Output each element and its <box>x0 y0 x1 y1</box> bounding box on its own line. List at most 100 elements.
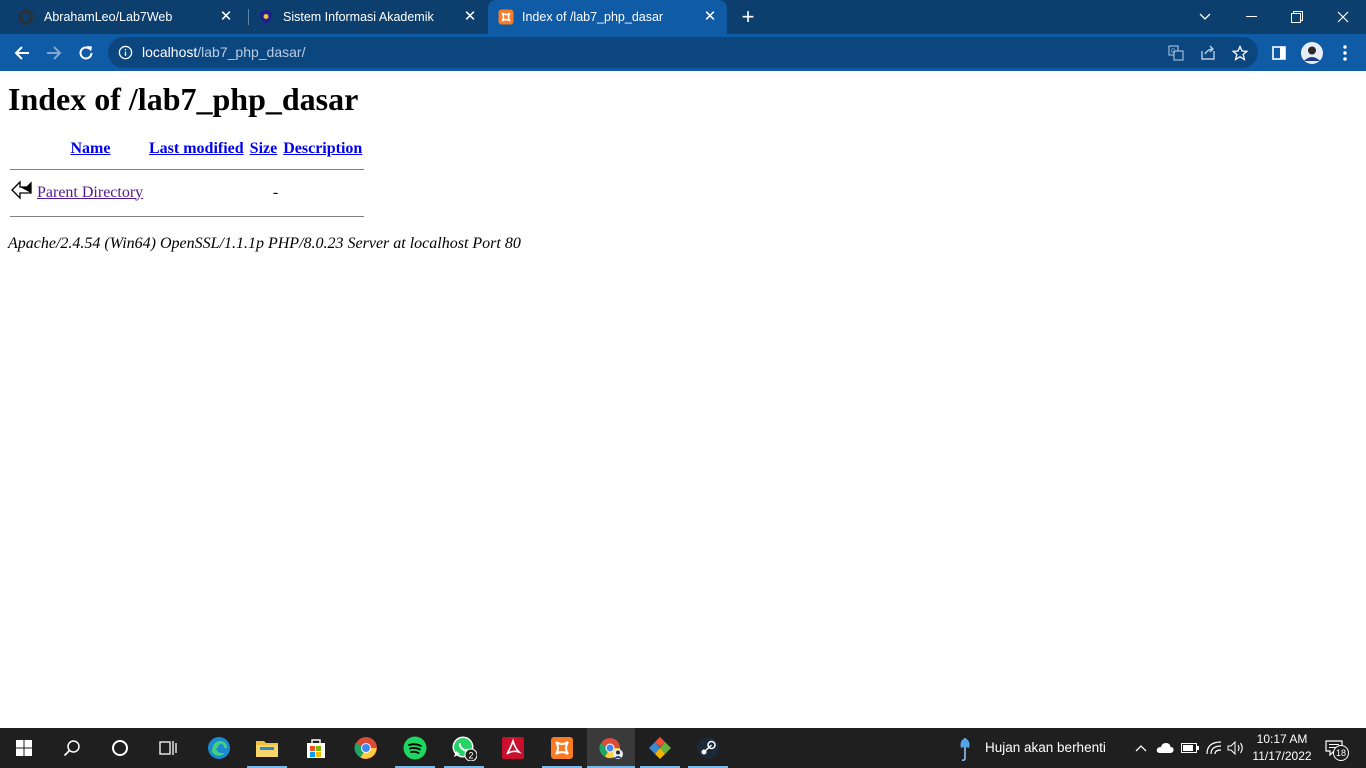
column-header-description: Description <box>281 139 364 159</box>
tab-index-lab7[interactable]: Index of /lab7_php_dasar ✕ <box>488 0 727 34</box>
chevron-down-icon <box>1199 13 1211 20</box>
clock-date: 11/17/2022 <box>1252 749 1312 763</box>
chrome-profile-icon <box>599 738 623 759</box>
tab-search-button[interactable] <box>1182 0 1228 34</box>
profile-avatar <box>1301 42 1323 64</box>
taskbar-chrome-profile[interactable] <box>587 728 635 768</box>
wifi-icon <box>1206 741 1222 755</box>
battery-button[interactable] <box>1180 738 1200 758</box>
task-view-button[interactable] <box>144 728 192 768</box>
edge-icon <box>208 737 230 759</box>
taskbar-store[interactable] <box>292 728 340 768</box>
taskbar-acrobat[interactable] <box>489 728 537 768</box>
new-tab-button[interactable]: + <box>738 6 758 28</box>
network-button[interactable] <box>1204 738 1224 758</box>
url-text[interactable]: localhost/lab7_php_dasar/ <box>142 44 305 60</box>
svg-text:G: G <box>1171 49 1176 55</box>
side-panel-button[interactable] <box>1265 39 1293 67</box>
back-button[interactable] <box>8 39 36 67</box>
store-icon <box>307 739 325 758</box>
row-size-cell: - <box>272 183 279 201</box>
taskbar-file-explorer[interactable] <box>243 728 291 768</box>
weather-widget-icon[interactable] <box>955 736 975 762</box>
separator-row <box>10 161 365 177</box>
row-icon-cell <box>10 179 34 206</box>
page-title: Index of /lab7_php_dasar <box>8 81 359 117</box>
notification-badge: 18 <box>1333 745 1349 761</box>
divider <box>10 168 365 170</box>
table-row: Parent Directory - <box>10 179 364 206</box>
menu-button[interactable] <box>1331 39 1359 67</box>
search-icon <box>63 740 80 757</box>
show-hidden-icons-button[interactable] <box>1131 738 1151 758</box>
row-name-cell: Parent Directory <box>36 179 145 206</box>
start-icon <box>16 740 32 756</box>
translate-icon[interactable]: G <box>1166 43 1186 63</box>
taskbar-whatsapp[interactable]: 2 <box>440 728 488 768</box>
taskbar-edge[interactable] <box>195 728 243 768</box>
bookmark-star-icon[interactable] <box>1230 43 1250 63</box>
sort-by-size-link[interactable]: Size <box>250 140 278 157</box>
taskbar-steam[interactable] <box>684 728 732 768</box>
steam-icon <box>697 737 719 759</box>
page-content: Index of /lab7_php_dasar Name Last modif… <box>0 71 1366 728</box>
profile-button[interactable] <box>1298 39 1326 67</box>
taskbar-spotify[interactable] <box>391 728 439 768</box>
taskbar-git[interactable] <box>636 728 684 768</box>
speaker-icon <box>1227 741 1243 755</box>
volume-button[interactable] <box>1226 738 1246 758</box>
forward-button[interactable] <box>40 39 68 67</box>
minimize-button[interactable] <box>1228 0 1274 34</box>
onedrive-button[interactable] <box>1155 738 1175 758</box>
whatsapp-badge: 2 <box>468 751 473 761</box>
spotify-icon <box>403 736 427 760</box>
url-host: localhost <box>142 44 198 60</box>
side-panel-icon <box>1272 46 1286 60</box>
site-info-icon[interactable] <box>118 45 133 60</box>
sort-by-description-link[interactable]: Description <box>283 140 362 157</box>
close-window-button[interactable] <box>1320 0 1366 34</box>
browser-toolbar: localhost/lab7_php_dasar/ G <box>0 34 1366 71</box>
divider <box>10 215 365 217</box>
back-icon <box>14 46 29 60</box>
minimize-icon <box>1245 16 1257 17</box>
share-icon[interactable] <box>1198 43 1218 63</box>
parent-directory-link[interactable]: Parent Directory <box>37 184 143 201</box>
windows-taskbar: 2 Hujan akan berhenti 10:17 AM 11/17/202… <box>0 728 1366 768</box>
row-last-modified-cell <box>147 179 246 206</box>
clock[interactable]: 10:17 AM 11/17/2022 <box>1244 731 1320 765</box>
reload-icon <box>79 46 93 60</box>
tab-github[interactable]: AbrahamLeo/Lab7Web ✕ <box>0 0 239 34</box>
xampp-icon <box>551 737 573 759</box>
xampp-icon <box>498 9 514 25</box>
start-button[interactable] <box>0 728 48 768</box>
sort-by-name-link[interactable]: Name <box>71 140 111 157</box>
column-header-last-modified: Last modified <box>147 139 246 159</box>
close-icon <box>1337 11 1349 23</box>
tab-title: AbrahamLeo/Lab7Web <box>44 10 173 24</box>
tab-siakad[interactable]: Sistem Informasi Akademik ✕ <box>248 0 487 34</box>
taskbar-xampp[interactable] <box>538 728 586 768</box>
row-description-cell <box>281 179 364 206</box>
file-explorer-icon <box>256 741 278 757</box>
table-header-row: Name Last modified Size Description <box>10 139 364 159</box>
forward-icon <box>47 46 62 60</box>
menu-icon <box>1343 45 1347 61</box>
address-bar[interactable]: localhost/lab7_php_dasar/ G <box>108 37 1258 68</box>
reload-button[interactable] <box>72 39 100 67</box>
sort-by-last-modified-link[interactable]: Last modified <box>149 140 244 157</box>
separator-row <box>10 208 365 224</box>
weather-text[interactable]: Hujan akan berhenti <box>985 740 1106 755</box>
close-icon[interactable]: ✕ <box>702 8 718 24</box>
restore-icon <box>1291 11 1303 23</box>
tab-title: Index of /lab7_php_dasar <box>522 10 664 24</box>
taskbar-search-button[interactable] <box>48 728 96 768</box>
clock-time: 10:17 AM <box>1256 732 1308 746</box>
taskbar-chrome[interactable] <box>342 728 390 768</box>
column-header-size: Size <box>248 139 280 159</box>
cortana-button[interactable] <box>96 728 144 768</box>
umbrella-rain-icon <box>960 738 970 762</box>
close-icon[interactable]: ✕ <box>462 8 478 24</box>
close-icon[interactable]: ✕ <box>218 8 234 24</box>
restore-button[interactable] <box>1274 0 1320 34</box>
